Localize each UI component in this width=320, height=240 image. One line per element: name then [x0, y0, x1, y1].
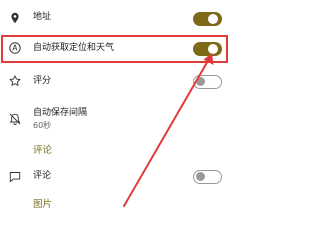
setting-label-comment: 评论	[33, 171, 52, 181]
toggle-knob	[196, 77, 205, 86]
annotation-highlight-box	[1, 35, 228, 63]
toggle-knob	[196, 172, 205, 181]
toggle-knob	[208, 14, 218, 24]
setting-row-autosave-interval[interactable]: 自动保存间隔 60秒	[0, 102, 232, 132]
setting-row-rating[interactable]: 评分	[0, 70, 232, 94]
rating-toggle[interactable]	[193, 75, 222, 89]
comment-toggle[interactable]	[193, 170, 222, 184]
section-title-images: 图片	[33, 199, 53, 210]
setting-row-address[interactable]: 地址	[0, 6, 232, 30]
setting-value-autosave-interval: 60秒	[33, 121, 52, 130]
setting-label-autosave-interval: 自动保存间隔	[33, 108, 88, 118]
section-title-comments: 评论	[33, 145, 53, 156]
location-pin-icon	[9, 12, 21, 24]
address-toggle[interactable]	[193, 12, 222, 26]
setting-row-comment[interactable]: 评论	[0, 166, 232, 188]
comment-box-icon	[9, 171, 21, 183]
bell-timer-icon	[9, 113, 21, 125]
setting-label-address: 地址	[33, 12, 52, 22]
setting-label-rating: 评分	[33, 76, 52, 86]
star-icon	[9, 75, 21, 87]
